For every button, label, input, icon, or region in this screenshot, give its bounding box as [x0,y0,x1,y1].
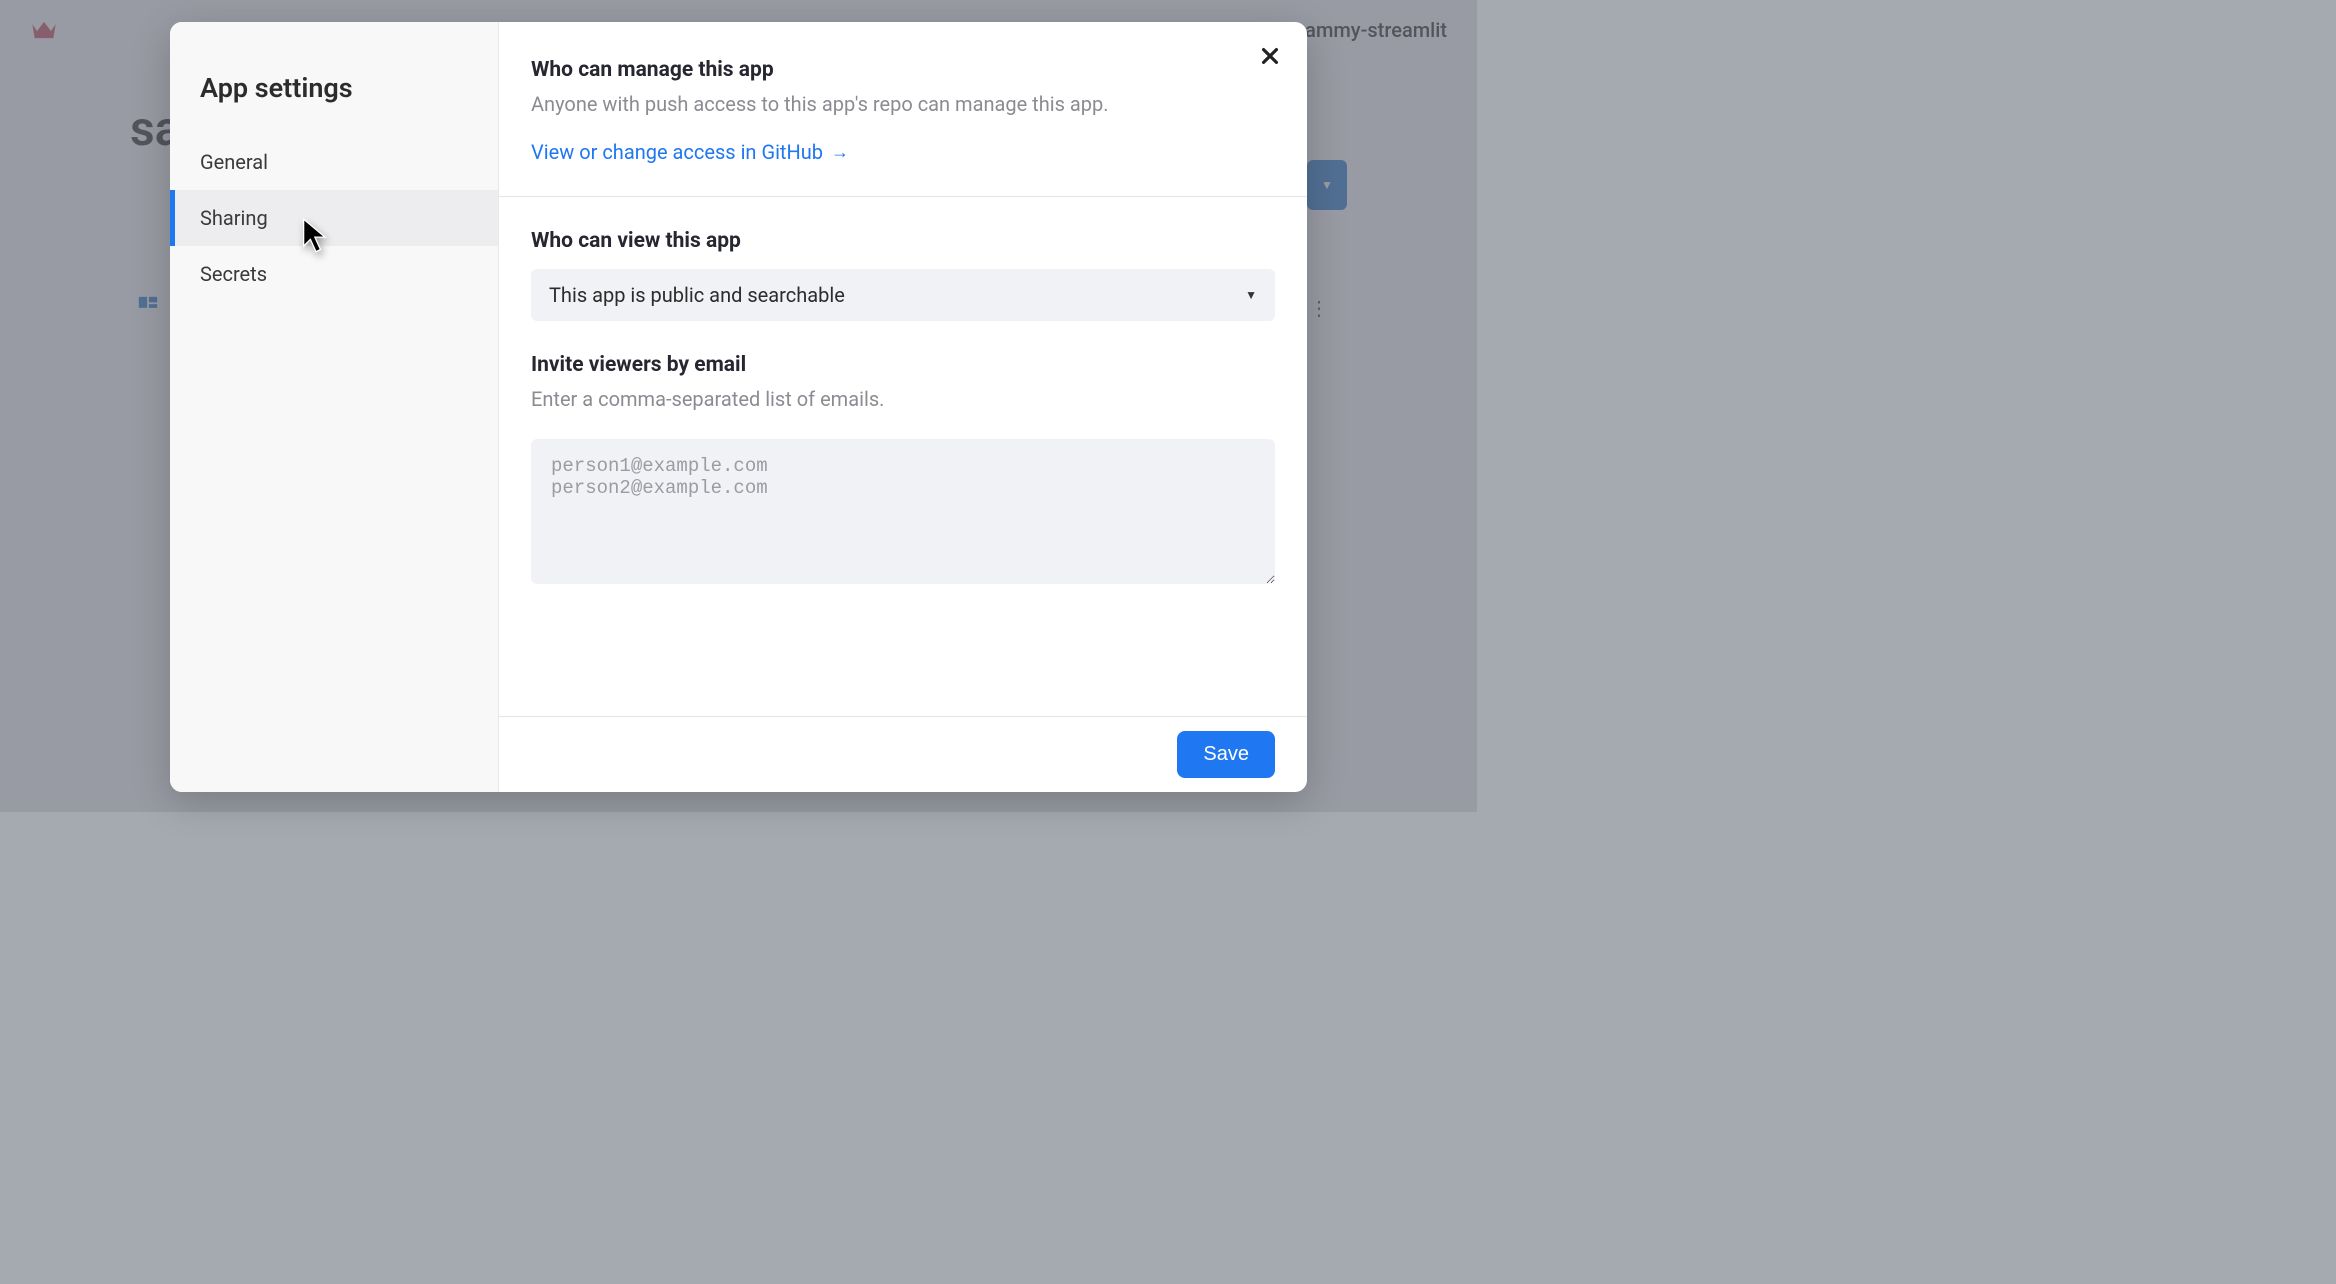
modal-content: Who can manage this app Anyone with push… [499,22,1307,716]
visibility-selected-value: This app is public and searchable [549,283,845,307]
manage-section: Who can manage this app Anyone with push… [531,58,1275,164]
caret-down-icon: ▼ [1245,288,1257,302]
visibility-select[interactable]: This app is public and searchable ▼ [531,269,1275,321]
manage-heading: Who can manage this app [531,58,1275,82]
invite-emails-input[interactable] [531,439,1275,584]
manage-subtext: Anyone with push access to this app's re… [531,90,1275,118]
invite-heading: Invite viewers by email [531,353,1275,377]
section-divider [499,196,1307,197]
invite-subtext: Enter a comma-separated list of emails. [531,385,1275,413]
view-section: Who can view this app This app is public… [531,229,1275,321]
github-access-link[interactable]: View or change access in GitHub → [531,140,849,164]
sidebar-item-sharing[interactable]: Sharing [170,190,498,246]
sidebar-item-label: Secrets [200,262,267,286]
modal-main: Who can manage this app Anyone with push… [499,22,1307,792]
modal-footer: Save [499,716,1307,792]
sidebar-item-label: Sharing [200,206,268,230]
sidebar-item-general[interactable]: General [170,134,498,190]
sidebar-item-label: General [200,150,268,174]
link-text: View or change access in GitHub [531,140,823,164]
modal-sidebar: App settings General Sharing Secrets [170,22,499,792]
close-icon [1259,45,1281,67]
view-heading: Who can view this app [531,229,1275,253]
close-button[interactable] [1259,44,1281,72]
save-button[interactable]: Save [1177,731,1275,778]
sidebar-item-secrets[interactable]: Secrets [170,246,498,302]
sidebar-items: General Sharing Secrets [170,134,498,302]
settings-modal: App settings General Sharing Secrets [170,22,1307,792]
modal-overlay: App settings General Sharing Secrets [0,0,1477,812]
invite-section: Invite viewers by email Enter a comma-se… [531,353,1275,588]
arrow-right-icon: → [831,142,849,163]
modal-title: App settings [170,58,498,134]
